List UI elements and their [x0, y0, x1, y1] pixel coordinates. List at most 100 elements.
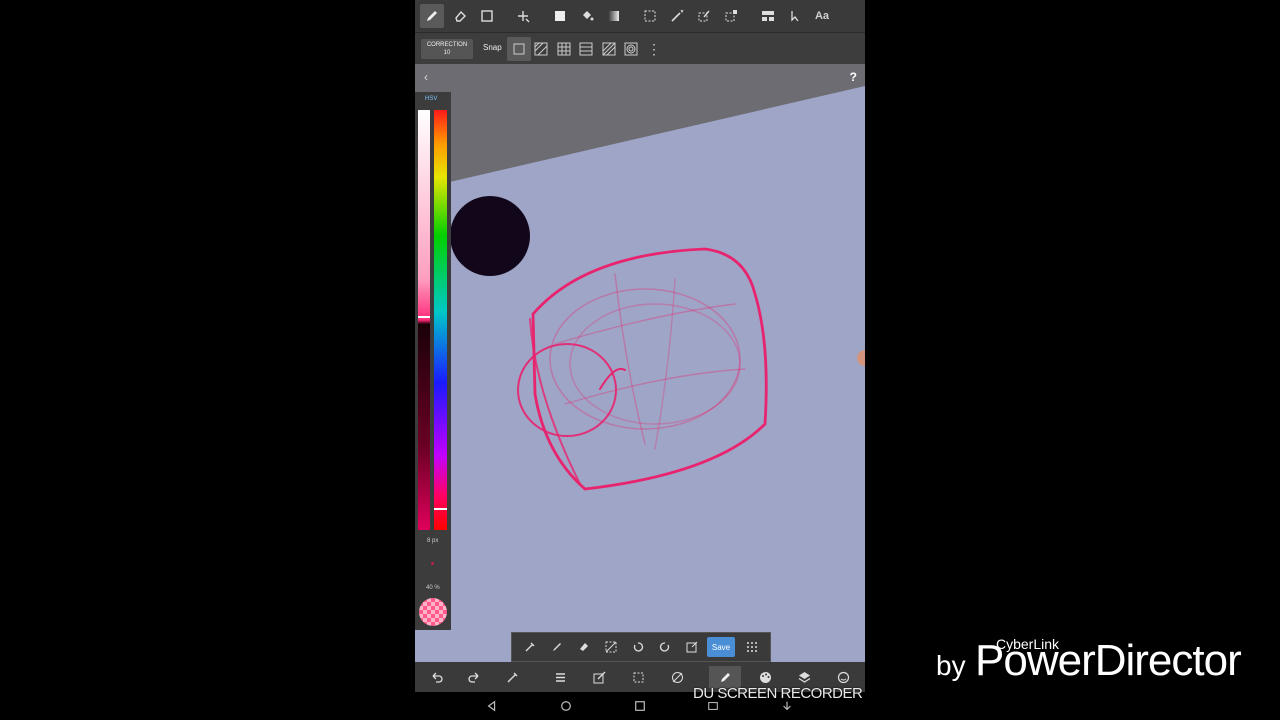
- nav-recents-button[interactable]: [632, 698, 648, 714]
- undo-rotate-button[interactable]: [630, 639, 646, 655]
- pen-tool-button[interactable]: [420, 4, 444, 28]
- redo-rotate-button[interactable]: [657, 639, 673, 655]
- deselect-icon: [605, 641, 617, 653]
- snap-parallel-button[interactable]: [529, 37, 553, 61]
- bucket-tool-button[interactable]: [575, 4, 599, 28]
- dark-blob: [450, 196, 530, 276]
- nav-back-button[interactable]: [484, 698, 500, 714]
- saturation-slider-thumb[interactable]: [418, 316, 430, 318]
- undo-button[interactable]: [428, 669, 444, 685]
- layers-icon: [798, 671, 810, 683]
- select-icon: [644, 10, 656, 22]
- gradient-tool-button[interactable]: [602, 4, 626, 28]
- eyedropper-button[interactable]: [522, 639, 538, 655]
- nav-home-button[interactable]: [558, 698, 574, 714]
- select-tool-button[interactable]: [638, 4, 662, 28]
- color-palette-panel: HSV 8 px 40 %: [415, 92, 451, 630]
- more-vert-icon: ⋮: [647, 40, 661, 57]
- opacity-label[interactable]: 40 %: [426, 585, 440, 591]
- brush-size-label[interactable]: 8 px: [427, 538, 438, 544]
- app-window: Aa CORRECTION 10 Snap ⋮ ‹ ? HSV 8 px 40 …: [415, 0, 865, 720]
- snap-concentric-button[interactable]: [619, 37, 643, 61]
- external-link-icon: [686, 641, 698, 653]
- current-color-swatch[interactable]: [419, 598, 447, 626]
- rectangle-tool-button[interactable]: [475, 4, 499, 28]
- export-button[interactable]: [684, 639, 700, 655]
- redo-icon: [467, 672, 478, 683]
- rectangle-icon: [481, 10, 493, 22]
- correction-label: CORRECTION: [426, 42, 468, 48]
- color-picker-button[interactable]: [504, 669, 520, 685]
- snap-perspective-button[interactable]: [597, 37, 621, 61]
- top-toolbar: Aa: [415, 0, 865, 32]
- drawing-canvas[interactable]: [415, 64, 865, 662]
- perspective-icon: [602, 42, 616, 56]
- snap-horizontal-button[interactable]: [574, 37, 598, 61]
- edit-button[interactable]: [591, 669, 607, 685]
- color-mode-label[interactable]: HSV: [425, 96, 437, 102]
- bucket-icon: [583, 11, 594, 21]
- undo-icon: [432, 672, 443, 683]
- ruler-off-icon: [671, 671, 683, 683]
- magic-wand-icon: [671, 9, 684, 22]
- gradient-icon: [609, 11, 619, 21]
- layer-move-tool-button[interactable]: [756, 4, 780, 28]
- horizontal-lines-icon: [579, 42, 593, 56]
- dots-grid-icon: [747, 642, 757, 652]
- eyedropper-icon: [525, 642, 535, 652]
- move-tool-button[interactable]: [511, 4, 535, 28]
- hue-slider[interactable]: [434, 110, 447, 530]
- selection-icon: [633, 672, 643, 682]
- circle-home-icon: [561, 701, 571, 711]
- recorder-watermark: DU SCREEN RECORDER: [693, 685, 863, 702]
- float-eraser-button[interactable]: [576, 639, 592, 655]
- snap-grid-button[interactable]: [552, 37, 576, 61]
- redo-button[interactable]: [466, 669, 482, 685]
- canvas-drawing: [415, 64, 865, 491]
- save-button[interactable]: Save: [707, 637, 735, 657]
- snap-toggle-button[interactable]: [669, 669, 685, 685]
- select-eraser-tool-button[interactable]: [719, 4, 743, 28]
- magic-wand-tool-button[interactable]: [665, 4, 689, 28]
- pointer-icon: [791, 11, 799, 22]
- watermark-by: by: [936, 650, 966, 681]
- more-options-button[interactable]: ⋮: [642, 37, 666, 61]
- select-pen-tool-button[interactable]: [692, 4, 716, 28]
- menu-button[interactable]: [552, 669, 568, 685]
- pink-sketch: [517, 247, 768, 491]
- text-tool-button[interactable]: Aa: [810, 4, 834, 28]
- hamburger-menu-icon: [555, 672, 565, 682]
- edit-square-icon: [593, 671, 605, 683]
- layer-move-icon: [762, 11, 774, 21]
- layers-button[interactable]: [796, 669, 812, 685]
- rotate-right-icon: [659, 642, 670, 652]
- parallel-lines-icon: [534, 42, 548, 56]
- concentric-circles-icon: [624, 42, 638, 56]
- pointer-tool-button[interactable]: [783, 4, 807, 28]
- snap-off-button[interactable]: [507, 37, 531, 61]
- float-pen-button[interactable]: [549, 639, 565, 655]
- palette-icon: [759, 671, 771, 683]
- eraser-tool-button[interactable]: [448, 4, 472, 28]
- selection-button[interactable]: [630, 669, 646, 685]
- saturation-slider[interactable]: [418, 110, 430, 530]
- hue-slider-thumb[interactable]: [434, 508, 447, 510]
- pen-icon: [720, 672, 730, 682]
- color-button[interactable]: [757, 669, 773, 685]
- canvas-outside-area: [415, 64, 865, 190]
- eraser-icon: [580, 643, 588, 651]
- float-grid-button[interactable]: [744, 639, 760, 655]
- help-button[interactable]: ?: [850, 70, 857, 84]
- settings-button[interactable]: [835, 669, 851, 685]
- snap-off-icon: [513, 43, 525, 55]
- pen-icon: [553, 643, 561, 651]
- move-icon: [518, 11, 530, 23]
- correction-value: 10: [443, 50, 451, 56]
- edge-handle: [857, 350, 865, 366]
- deselect-button[interactable]: [603, 639, 619, 655]
- fill-rect-tool-button[interactable]: [548, 4, 572, 28]
- correction-button[interactable]: CORRECTION 10: [421, 39, 473, 59]
- floating-toolbar: Save: [511, 632, 771, 662]
- eyedropper-icon: [507, 672, 517, 682]
- collapse-panel-button[interactable]: ‹: [424, 70, 428, 84]
